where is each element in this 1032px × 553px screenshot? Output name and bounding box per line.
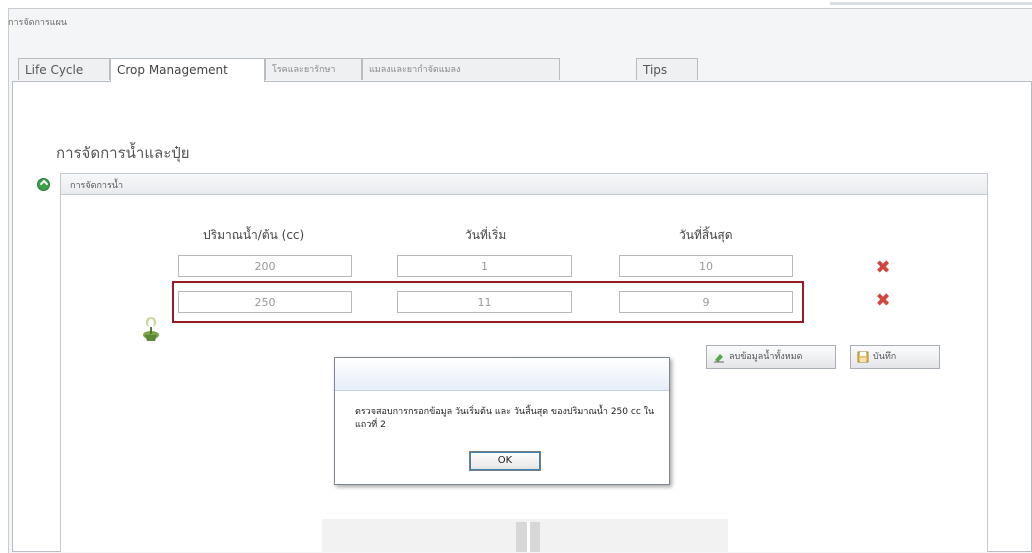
collapse-icon[interactable] bbox=[37, 178, 50, 191]
end-day-field-row-1[interactable]: 10 bbox=[619, 255, 793, 277]
end-day-field-row-2[interactable]: 9 bbox=[619, 291, 793, 313]
tab-life-cycle[interactable]: Life Cycle bbox=[18, 58, 110, 80]
dialog-title-bar[interactable] bbox=[335, 358, 669, 391]
delete-row-1-icon[interactable]: ✖ bbox=[874, 259, 892, 277]
delete-row-2-icon[interactable]: ✖ bbox=[874, 292, 892, 310]
dialog-message: ตรวจสอบการกรอกข้อมูล วันเริ่มต้น และ วัน… bbox=[355, 407, 655, 430]
background-divider-gap bbox=[527, 522, 530, 552]
tab-insect-control[interactable]: แมลงและยากำจัดแมลง bbox=[362, 58, 560, 80]
add-plant-icon[interactable] bbox=[138, 311, 164, 343]
window-edge-strip bbox=[830, 2, 1032, 5]
floppy-icon bbox=[857, 351, 869, 363]
section-title: การจัดการน้ำและปุ๋ย bbox=[56, 144, 190, 162]
save-button[interactable]: บันทึก bbox=[850, 345, 940, 369]
water-group-title: การจัดการน้ำ bbox=[70, 181, 123, 191]
tab-disease-treatment[interactable]: โรคและยารักษา bbox=[265, 58, 362, 80]
start-day-field-row-2[interactable]: 11 bbox=[397, 291, 572, 313]
validation-dialog: ตรวจสอบการกรอกข้อมูล วันเริ่มต้น และ วัน… bbox=[334, 357, 670, 485]
column-header-start: วันที่เริ่ม bbox=[465, 228, 507, 242]
clear-water-data-label: ลบข้อมูลน้ำทั้งหมด bbox=[729, 352, 803, 362]
ok-button[interactable]: OK bbox=[469, 451, 541, 471]
amount-field-row-2[interactable]: 250 bbox=[178, 291, 352, 313]
eraser-icon bbox=[714, 354, 724, 363]
window-title: การจัดการแผน bbox=[8, 18, 68, 28]
start-day-field-row-1[interactable]: 1 bbox=[397, 255, 572, 277]
tab-crop-management[interactable]: Crop Management bbox=[110, 58, 265, 82]
tab-tips[interactable]: Tips bbox=[636, 58, 698, 80]
amount-field-row-1[interactable]: 200 bbox=[178, 255, 352, 277]
column-header-end: วันที่สิ้นสุด bbox=[679, 228, 733, 242]
water-group-header[interactable] bbox=[60, 173, 988, 195]
clear-water-data-button[interactable]: ลบข้อมูลน้ำทั้งหมด bbox=[706, 345, 836, 369]
column-header-amount: ปริมาณน้ำ/ต้น (cc) bbox=[203, 228, 305, 242]
save-label: บันทึก bbox=[873, 352, 897, 362]
